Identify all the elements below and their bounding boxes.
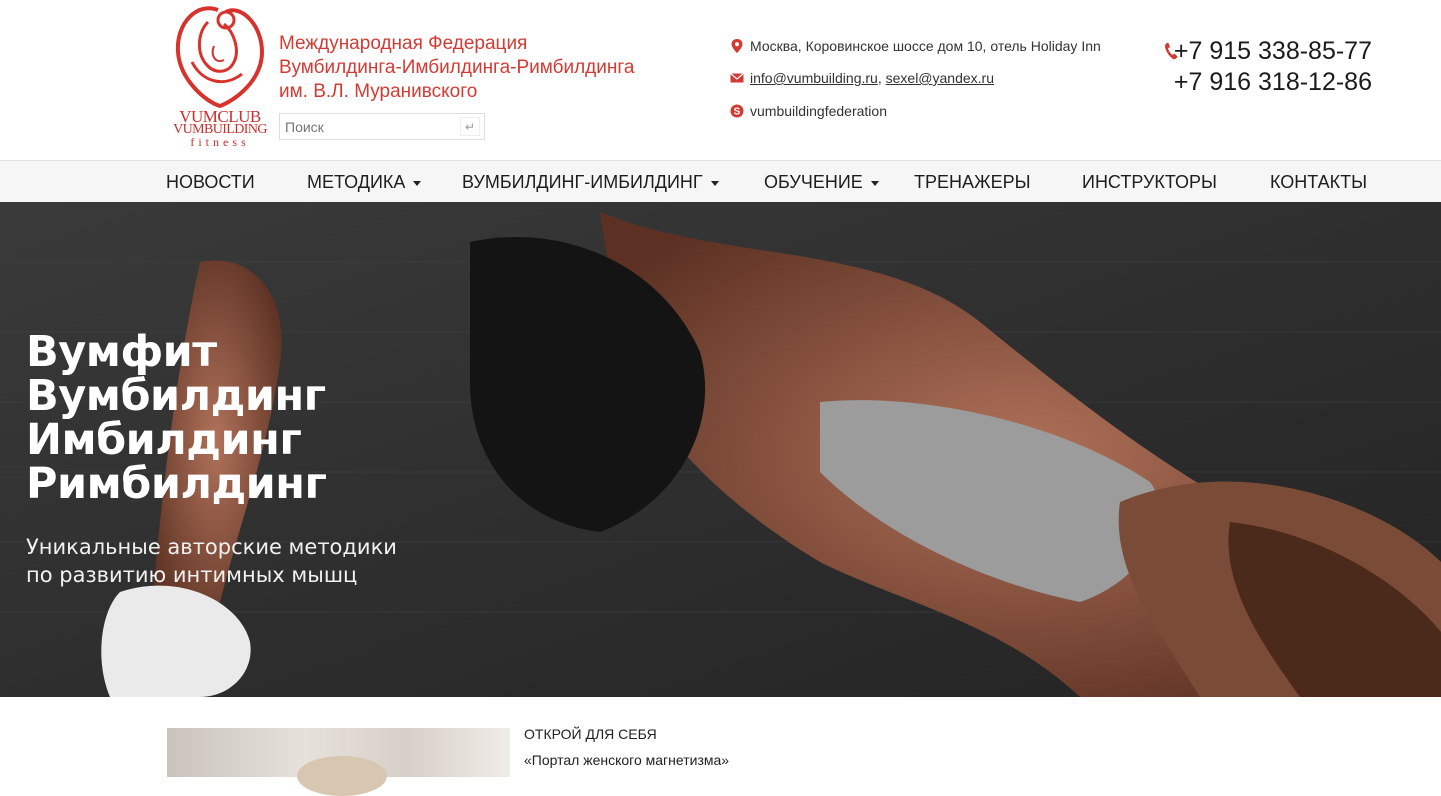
email-link-sexel[interactable]: sexel@yandex.ru: [886, 70, 994, 86]
caret-down-icon: [413, 180, 422, 186]
promo-title[interactable]: «Портал женского магнетизма»: [524, 752, 729, 768]
skype-icon: S: [730, 104, 744, 118]
hero-title-line: Имбилдинг: [26, 415, 302, 465]
nav-label: ИНСТРУКТОРЫ: [1082, 172, 1217, 192]
logo-line-3: fitness: [190, 135, 250, 149]
nav-item-vumbuilding[interactable]: ВУМБИЛДИНГ-ИМБИЛДИНГ: [462, 161, 719, 203]
email-row: info@vumbuilding.ru, sexel@yandex.ru: [730, 70, 994, 86]
email-link-info[interactable]: info@vumbuilding.ru: [750, 70, 878, 86]
nav-label: КОНТАКТЫ: [1270, 172, 1368, 192]
phone-icon: [1165, 43, 1178, 60]
nav-label: ТРЕНАЖЕРЫ: [914, 172, 1031, 192]
search-submit-button[interactable]: ↵: [460, 117, 480, 136]
skype-name[interactable]: vumbuildingfederation: [750, 103, 887, 119]
hero-title-line: Вумфит: [26, 327, 217, 377]
hero-title-line: Римбилдинг: [26, 459, 327, 509]
nav-item-trainers[interactable]: ТРЕНАЖЕРЫ: [914, 161, 1031, 203]
organization-title: Международная Федерация Вумбилдинга-Имби…: [279, 32, 679, 104]
promo-section: ОТКРОЙ ДЛЯ СЕБЯ «Портал женского магнети…: [0, 697, 1441, 796]
hero-subtitle: Уникальные авторские методики по развити…: [26, 533, 397, 589]
hero-subtitle-line-2: по развитию интимных мышц: [26, 563, 358, 587]
promo-kicker: ОТКРОЙ ДЛЯ СЕБЯ: [524, 726, 657, 742]
nav-item-news[interactable]: НОВОСТИ: [166, 161, 255, 203]
skype-row: S vumbuildingfederation: [730, 103, 887, 119]
svg-text:S: S: [734, 107, 741, 118]
search-box: ↵: [279, 113, 485, 140]
org-title-line-1: Международная Федерация: [279, 33, 528, 54]
phone-block: +7 915 338-85-77 +7 916 318-12-86: [1160, 36, 1372, 98]
nav-label: НОВОСТИ: [166, 172, 255, 192]
address-row: Москва, Коровинское шоссе дом 10, отель …: [730, 38, 1101, 54]
nav-item-contacts[interactable]: КОНТАКТЫ: [1270, 161, 1367, 203]
promo-image[interactable]: [167, 728, 510, 796]
promo-image-figure: [297, 756, 387, 796]
map-pin-icon: [731, 39, 743, 53]
nav-item-methodology[interactable]: МЕТОДИКА: [307, 161, 422, 203]
email-separator: ,: [877, 70, 882, 86]
nav-label: МЕТОДИКА: [307, 172, 406, 192]
address-text: Москва, Коровинское шоссе дом 10, отель …: [750, 38, 1101, 54]
main-navigation: НОВОСТИ МЕТОДИКА ВУМБИЛДИНГ-ИМБИЛДИНГ ОБ…: [0, 160, 1441, 202]
search-input[interactable]: [280, 114, 450, 139]
phone-number-2[interactable]: +7 916 318-12-86: [1160, 67, 1372, 98]
hero-banner: Вумфит Вумбилдинг Имбилдинг Римбилдинг У…: [0, 202, 1441, 697]
hero-subtitle-line-1: Уникальные авторские методики: [26, 535, 397, 559]
site-header: VUMCLUB VUMBUILDING fitness Международна…: [0, 0, 1441, 160]
org-title-line-2: Вумбилдинга-Имбилдинга-Римбилдинга: [279, 57, 635, 78]
caret-down-icon: [870, 180, 879, 186]
envelope-icon: [730, 73, 744, 83]
logo-emblem-icon: [175, 6, 265, 109]
site-logo[interactable]: VUMCLUB VUMBUILDING fitness: [168, 2, 272, 158]
nav-label: ОБУЧЕНИЕ: [764, 172, 863, 192]
nav-label: ВУМБИЛДИНГ-ИМБИЛДИНГ: [462, 172, 703, 192]
caret-down-icon: [710, 180, 719, 186]
hero-title-line: Вумбилдинг: [26, 371, 326, 421]
hero-heading: Вумфит Вумбилдинг Имбилдинг Римбилдинг: [26, 327, 327, 509]
org-title-line-3: им. В.Л. Муранивского: [279, 81, 478, 102]
nav-item-training[interactable]: ОБУЧЕНИЕ: [764, 161, 879, 203]
phone-number-1[interactable]: +7 915 338-85-77: [1160, 36, 1372, 67]
logo-wordmark: VUMCLUB VUMBUILDING fitness: [168, 108, 272, 149]
nav-item-instructors[interactable]: ИНСТРУКТОРЫ: [1082, 161, 1217, 203]
